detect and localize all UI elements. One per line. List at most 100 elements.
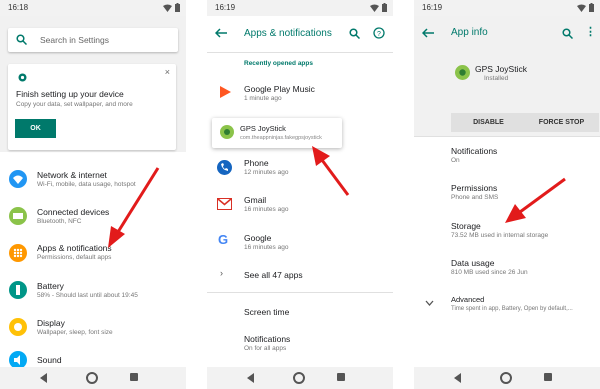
recents-nav-icon[interactable] [130, 373, 138, 381]
settings-item-label: Apps & notifications [37, 243, 112, 253]
notifications-subtitle: On for all apps [244, 345, 287, 352]
page-title: Apps & notifications [244, 28, 332, 39]
help-icon[interactable]: ? [373, 27, 385, 39]
settings-item-label: Display [37, 318, 65, 328]
recents-nav-icon[interactable] [544, 373, 552, 381]
navigation-bar [207, 367, 393, 389]
app-status: Installed [484, 75, 509, 82]
card-title: Finish setting up your device [16, 89, 124, 99]
app-time: 16 minutes ago [244, 244, 289, 251]
force-stop-button[interactable]: FORCE STOP [524, 113, 599, 132]
status-bar: 16:19 [414, 0, 600, 16]
settings-item-subtitle: Wallpaper, sleep, font size [37, 329, 113, 336]
setup-card: × Finish setting up your device Copy you… [8, 64, 176, 150]
apps-icon [9, 244, 27, 262]
settings-item-subtitle: 58% - Should last until about 19:45 [37, 292, 138, 299]
back-nav-icon[interactable] [40, 373, 47, 383]
more-options-icon[interactable]: ⋮ [585, 25, 596, 38]
status-time: 16:18 [8, 3, 29, 12]
card-subtitle: Copy your data, set wallpaper, and more [16, 101, 133, 108]
battery-status-icon [589, 3, 594, 12]
recents-nav-icon[interactable] [337, 373, 345, 381]
close-icon[interactable]: × [165, 67, 170, 77]
gear-icon [18, 73, 27, 82]
app-package: com.theappninjas.fakegpsjoystick [240, 135, 322, 141]
app-name: Gmail [244, 195, 267, 205]
app-bar: Apps & notifications ? [207, 16, 393, 52]
navigation-bar [414, 367, 600, 389]
play-music-icon [220, 86, 231, 98]
ok-button[interactable]: OK [15, 119, 56, 138]
devices-icon [9, 207, 27, 225]
phone-icon [217, 160, 232, 175]
navigation-bar [0, 367, 186, 389]
info-item-label: Storage [451, 221, 481, 231]
app-item-gps-joystick[interactable]: GPS JoyStick com.theappninjas.fakegpsjoy… [212, 118, 342, 148]
back-arrow-icon[interactable] [422, 28, 434, 38]
app-time: 16 minutes ago [244, 206, 289, 213]
home-nav-icon[interactable] [500, 372, 512, 384]
info-item-subtitle: 810 MB used since 26 Jun [451, 269, 528, 276]
back-nav-icon[interactable] [247, 373, 254, 383]
wifi-status-icon [163, 4, 172, 12]
page-title: App info [451, 27, 488, 38]
status-bar: 16:18 [0, 0, 186, 16]
apps-notifications-screen: 16:19 Apps & notifications ? Recently op… [207, 0, 393, 389]
gps-joystick-icon [220, 125, 234, 139]
app-name: Google Play Music [244, 84, 315, 94]
settings-item-label: Battery [37, 281, 64, 291]
status-bar: 16:19 [207, 0, 393, 16]
chevron-right-icon: › [220, 268, 223, 278]
settings-item-subtitle: Bluetooth, NFC [37, 218, 82, 225]
google-icon: G [218, 232, 229, 247]
search-icon[interactable] [349, 28, 360, 39]
info-item-subtitle: 73.52 MB used in internal storage [451, 232, 549, 239]
info-item-label: Data usage [451, 258, 495, 268]
status-time: 16:19 [215, 3, 236, 12]
app-time: 12 minutes ago [244, 169, 289, 176]
home-nav-icon[interactable] [86, 372, 98, 384]
wifi-status-icon [577, 4, 586, 12]
info-item-label: Permissions [451, 183, 498, 193]
svg-text:?: ? [377, 31, 381, 38]
settings-item-subtitle: Permissions, default apps [37, 254, 112, 261]
app-time: 1 minute ago [244, 95, 282, 102]
search-icon [16, 34, 27, 45]
section-header: Recently opened apps [244, 60, 313, 67]
disable-button[interactable]: DISABLE [451, 113, 526, 132]
info-item-label: Advanced [451, 295, 485, 304]
app-name: Phone [244, 158, 269, 168]
screen-time-item[interactable]: Screen time [244, 307, 289, 317]
app-name: GPS JoyStick [475, 64, 527, 74]
settings-screen: 16:18 Search in Settings × Finish settin… [0, 0, 186, 389]
info-item-label: Notifications [451, 146, 498, 156]
battery-status-icon [382, 3, 387, 12]
see-all-label: See all 47 apps [244, 270, 303, 280]
settings-item-label: Sound [37, 355, 62, 365]
gmail-icon [217, 198, 232, 210]
search-icon[interactable] [562, 28, 573, 39]
battery-status-icon [175, 3, 180, 12]
settings-item-label: Connected devices [37, 207, 110, 217]
gps-joystick-icon [455, 65, 470, 80]
wifi-status-icon [370, 4, 379, 12]
app-name: GPS JoyStick [240, 124, 286, 133]
home-nav-icon[interactable] [293, 372, 305, 384]
search-bar[interactable]: Search in Settings [8, 28, 178, 52]
app-name: Google [244, 233, 272, 243]
wifi-icon [9, 170, 27, 188]
chevron-down-icon [425, 300, 434, 306]
notifications-label: Notifications [244, 334, 291, 344]
info-item-subtitle: Time spent in app, Battery, Open by defa… [451, 306, 573, 312]
settings-item-subtitle: Wi-Fi, mobile, data usage, hotspot [37, 181, 136, 188]
brightness-icon [9, 318, 27, 336]
settings-item-label: Network & internet [37, 170, 107, 180]
back-arrow-icon[interactable] [215, 28, 227, 38]
battery-icon [9, 281, 27, 299]
info-item-subtitle: Phone and SMS [451, 194, 499, 201]
search-placeholder: Search in Settings [40, 35, 109, 45]
app-info-screen: 16:19 App info ⋮ GPS JoyStick Installed … [414, 0, 600, 389]
info-item-subtitle: On [451, 157, 460, 164]
status-time: 16:19 [422, 3, 443, 12]
back-nav-icon[interactable] [454, 373, 461, 383]
